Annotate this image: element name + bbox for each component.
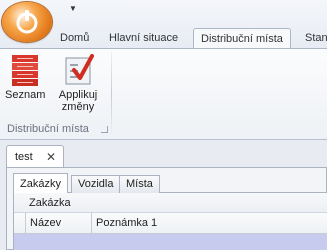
column-header-poznamka-1[interactable]: Poznámka 1	[92, 213, 327, 234]
list-icon	[12, 55, 38, 86]
group-dialog-launcher[interactable]	[101, 126, 108, 133]
tab-stan[interactable]: Stan	[298, 28, 327, 48]
tab-zakazky[interactable]: Zakázky	[13, 173, 68, 194]
ribbon-panel: Seznam Applikuj změny Distribuční místa	[0, 48, 327, 140]
title-bar: ▼ Domů Hlavní situace Distribuční místa …	[0, 0, 327, 52]
grid-header: Název Poznámka 1	[14, 213, 327, 234]
application-menu-button[interactable]	[2, 2, 52, 42]
tab-hlavni-situace[interactable]: Hlavní situace	[102, 28, 185, 48]
power-icon	[16, 10, 38, 34]
seznam-button[interactable]: Seznam	[5, 53, 45, 101]
tab-vozidla[interactable]: Vozidla	[71, 175, 121, 193]
applikuj-zmeny-button[interactable]: Applikuj změny	[54, 53, 102, 113]
column-header-nazev[interactable]: Název	[26, 213, 92, 234]
document-panel: Zakázky Vozidla Místa Zakázka Název Pozn…	[6, 167, 327, 250]
seznam-label: Seznam	[5, 89, 46, 101]
apply-changes-icon	[65, 54, 94, 85]
grid-caption: Zakázka	[14, 193, 327, 213]
ribbon-group-label: Distribuční místa	[7, 123, 89, 135]
document-tab-label: test	[15, 151, 33, 163]
tab-distribucni-mista[interactable]: Distribuční místa	[193, 28, 291, 49]
table-row[interactable]	[14, 234, 327, 250]
applikuj-label-line2: změny	[61, 101, 95, 113]
row-indicator-header	[14, 213, 26, 234]
applikuj-label-line1: Applikuj	[58, 89, 98, 101]
orders-grid: Zakázka Název Poznámka 1	[13, 193, 327, 250]
quick-access-dropdown[interactable]: ▼	[66, 3, 80, 15]
tab-domu[interactable]: Domů	[53, 28, 96, 48]
document-tab-test[interactable]: test ✕	[6, 145, 64, 168]
inner-tab-strip: Zakázky Vozidla Místa	[13, 173, 327, 194]
tab-mista[interactable]: Místa	[119, 175, 160, 193]
group-separator	[111, 52, 112, 136]
close-icon[interactable]: ✕	[46, 150, 56, 164]
document-area: test ✕ Zakázky Vozidla Místa Zakázka Náz…	[0, 140, 327, 250]
